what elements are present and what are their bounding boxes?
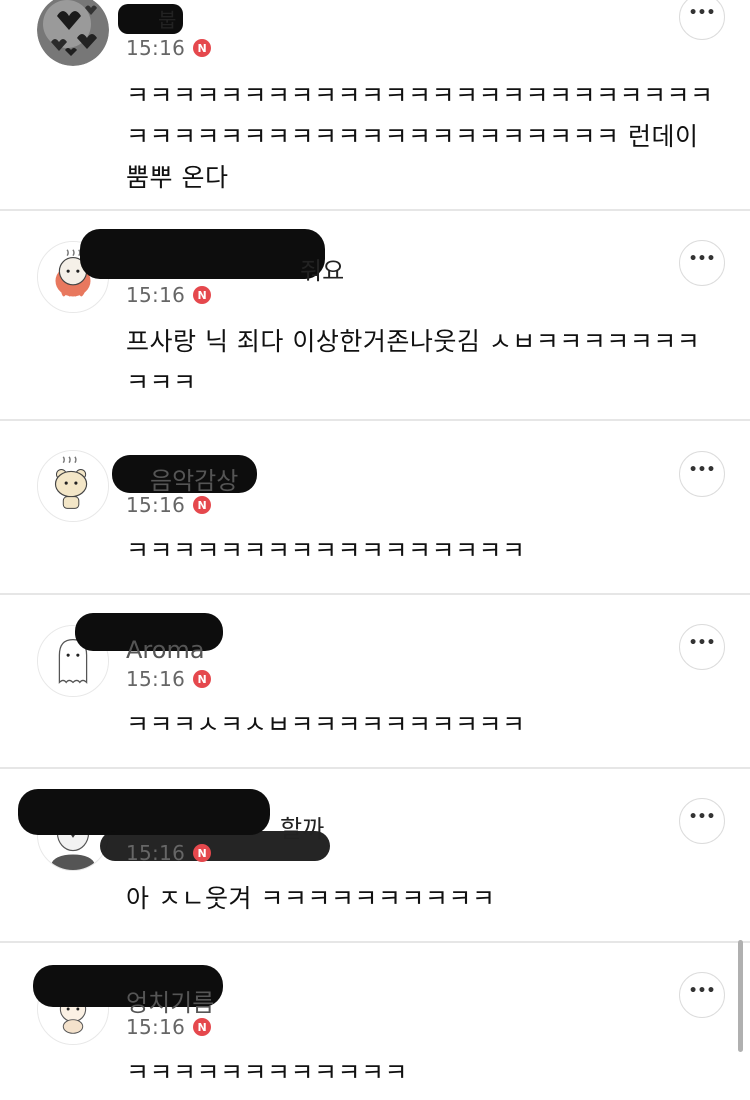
comment-text: ㅋㅋㅋㅅㅋㅅㅂㅋㅋㅋㅋㅋㅋㅋㅋㅋㅋ <box>126 710 526 739</box>
more-options-label: ••• <box>688 251 716 267</box>
comment-item: 붑 15:16 N ••• ㅋㅋㅋㅋㅋㅋㅋㅋㅋㅋㅋㅋㅋㅋㅋㅋㅋㅋㅋㅋㅋㅋㅋㅋㅋㅋ… <box>0 0 750 211</box>
comment-author[interactable]: 할까 <box>280 809 324 844</box>
more-options-button[interactable]: ••• <box>679 240 725 286</box>
name-redaction <box>18 789 270 835</box>
butterfly-avatar[interactable] <box>37 0 109 66</box>
comment-item: 줘요 15:16 N ••• 프사랑 닉 죄다 이상한거존나웃김 ㅅㅂㅋㅋㅋㅋㅋ… <box>0 211 750 421</box>
more-options-button[interactable]: ••• <box>679 0 725 40</box>
new-badge: N <box>193 39 212 57</box>
new-badge: N <box>193 670 212 688</box>
comment-time: 15:16 <box>126 667 186 691</box>
more-options-label: ••• <box>688 462 716 478</box>
comment-text: ㅋㅋㅋㅋㅋㅋㅋㅋㅋㅋㅋㅋㅋㅋㅋㅋㅋㅋㅋㅋㅋㅋㅋㅋㅋㅋㅋㅋㅋㅋㅋㅋㅋㅋㅋㅋㅋㅋㅋㅋ… <box>126 81 714 192</box>
new-badge: N <box>193 496 212 514</box>
comment-time: 15:16 <box>126 841 186 865</box>
more-options-button[interactable]: ••• <box>679 624 725 670</box>
comment-time: 15:16 <box>126 36 186 60</box>
comment-feed: 붑 15:16 N ••• ㅋㅋㅋㅋㅋㅋㅋㅋㅋㅋㅋㅋㅋㅋㅋㅋㅋㅋㅋㅋㅋㅋㅋㅋㅋㅋ… <box>0 0 750 1100</box>
more-options-label: ••• <box>688 983 716 999</box>
comment-item: 엉치기름 15:16 N ••• ㅋㅋㅋㅋㅋㅋㅋㅋㅋㅋㅋㅋ <box>0 943 750 1100</box>
bear-avatar[interactable] <box>37 450 109 522</box>
comment-meta: 15:16 N <box>126 839 212 867</box>
comment-time: 15:16 <box>126 1015 186 1039</box>
more-options-button[interactable]: ••• <box>679 972 725 1018</box>
more-options-button[interactable]: ••• <box>679 451 725 497</box>
comment-time: 15:16 <box>126 283 186 307</box>
comment-time: 15:16 <box>126 493 186 517</box>
comment-text: ㅋㅋㅋㅋㅋㅋㅋㅋㅋㅋㅋㅋ <box>126 1058 409 1087</box>
more-options-label: ••• <box>688 809 716 825</box>
more-options-label: ••• <box>688 635 716 651</box>
more-options-label: ••• <box>688 5 716 21</box>
comment-meta: 15:16 N <box>126 34 212 62</box>
scrollbar[interactable] <box>738 940 743 1052</box>
comment-author[interactable]: 붑 <box>158 4 176 33</box>
new-badge: N <box>193 844 212 862</box>
comment-text: 아 ㅈㄴ웃겨 ㅋㅋㅋㅋㅋㅋㅋㅋㅋㅋ <box>126 884 496 913</box>
comment-item: 할까 15:16 N ••• 아 ㅈㄴ웃겨 ㅋㅋㅋㅋㅋㅋㅋㅋㅋㅋ <box>0 769 750 943</box>
new-badge: N <box>193 286 212 304</box>
comment-text: 프사랑 닉 죄다 이상한거존나웃김 ㅅㅂㅋㅋㅋㅋㅋㅋㅋㅋㅋㅋ <box>126 327 701 397</box>
comment-meta: 15:16 N <box>126 281 212 309</box>
comment-meta: 15:16 N <box>126 491 212 519</box>
new-badge: N <box>193 1018 212 1036</box>
comment-meta: 15:16 N <box>126 1013 212 1041</box>
comment-item: Aroma 15:16 N ••• ㅋㅋㅋㅅㅋㅅㅂㅋㅋㅋㅋㅋㅋㅋㅋㅋㅋ <box>0 595 750 769</box>
comment-author[interactable]: 줘요 <box>300 251 344 286</box>
more-options-button[interactable]: ••• <box>679 798 725 844</box>
comment-text: ㅋㅋㅋㅋㅋㅋㅋㅋㅋㅋㅋㅋㅋㅋㅋㅋㅋ <box>126 536 526 565</box>
comment-item: 음악감상 15:16 N ••• ㅋㅋㅋㅋㅋㅋㅋㅋㅋㅋㅋㅋㅋㅋㅋㅋㅋ <box>0 421 750 595</box>
name-redaction <box>80 229 325 279</box>
comment-author[interactable]: Aroma <box>126 636 205 664</box>
comment-meta: 15:16 N <box>126 665 212 693</box>
